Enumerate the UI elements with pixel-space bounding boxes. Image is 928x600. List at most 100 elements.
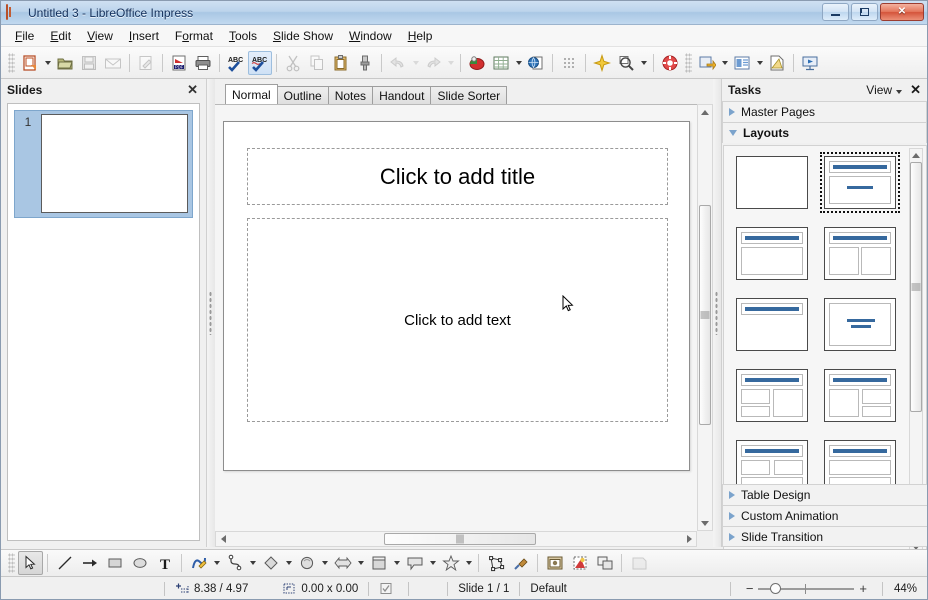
insert-table-dropdown-icon[interactable] [513,51,524,75]
title-placeholder[interactable]: Click to add title [247,148,668,205]
block-arrows-dropdown-icon[interactable] [355,551,366,575]
menu-edit[interactable]: Edit [42,27,79,45]
zoom-dropdown-icon[interactable] [638,51,649,75]
layout-blank-slide[interactable] [732,152,812,213]
open-document-icon[interactable] [53,51,77,75]
zoom-icon[interactable] [614,51,638,75]
layout-title-content[interactable] [820,152,900,213]
rectangle-tool-icon[interactable] [102,551,127,575]
menu-window[interactable]: Window [341,27,400,45]
display-grid-icon[interactable] [557,51,581,75]
zoom-out-button[interactable]: − [741,581,759,596]
curve-dropdown-icon[interactable] [211,551,222,575]
task-section-layouts[interactable]: Layouts [722,122,927,143]
layouts-scroll-thumb[interactable] [910,162,922,412]
layout-content-and-two-content[interactable] [820,365,900,426]
task-section-master-pages[interactable]: Master Pages [722,101,927,122]
new-slide-icon[interactable] [695,51,719,75]
ellipse-tool-icon[interactable] [127,551,152,575]
tab-slide-sorter[interactable]: Slide Sorter [430,86,508,105]
align-objects-icon[interactable] [592,551,617,575]
restore-button[interactable] [851,3,878,21]
connector-dropdown-icon[interactable] [247,551,258,575]
minimize-button[interactable] [822,3,849,21]
new-slide-dropdown-icon[interactable] [719,51,730,75]
new-document-dropdown-icon[interactable] [42,51,53,75]
spelling-icon[interactable]: ABC [224,51,248,75]
tab-outline[interactable]: Outline [276,86,329,105]
zoom-in-button[interactable]: + [854,581,872,596]
edit-points-icon[interactable] [483,551,508,575]
editor-horizontal-scrollbar[interactable] [215,531,697,547]
layout-title-content-block[interactable] [732,223,812,284]
insert-table-icon[interactable] [489,51,513,75]
left-splitter[interactable] [207,79,215,547]
slide-layout-icon[interactable] [730,51,754,75]
line-tool-icon[interactable] [52,551,77,575]
toolbar-grip-2[interactable] [685,52,692,73]
paste-icon[interactable] [329,51,353,75]
help-icon[interactable] [658,51,682,75]
symbol-shapes-dropdown-icon[interactable] [319,551,330,575]
text-box-tool-icon[interactable]: T [152,551,177,575]
slide-canvas[interactable]: Click to add title Click to add text [215,104,697,531]
export-pdf-icon[interactable]: PDF [167,51,191,75]
clone-formatting-icon[interactable] [353,51,377,75]
menu-insert[interactable]: Insert [121,27,167,45]
flowchart-shapes-icon[interactable] [366,551,391,575]
scroll-down-arrow-icon[interactable] [698,516,712,530]
task-section-table-design[interactable]: Table Design [722,484,927,505]
basic-shapes-icon[interactable] [258,551,283,575]
close-button[interactable]: ✕ [880,3,924,21]
autospellcheck-icon[interactable]: ABC [248,50,272,75]
insert-image-icon[interactable] [542,551,567,575]
task-section-custom-animation[interactable]: Custom Animation [722,505,927,526]
flowchart-dropdown-icon[interactable] [391,551,402,575]
start-slideshow-icon[interactable] [590,51,614,75]
tab-handout[interactable]: Handout [372,86,432,105]
zoom-slider-handle[interactable] [770,582,782,594]
symbol-shapes-icon[interactable] [294,551,319,575]
task-section-slide-transition[interactable]: Slide Transition [722,526,927,547]
scroll-right-arrow-icon[interactable] [682,532,696,546]
callout-dropdown-icon[interactable] [427,551,438,575]
menu-help[interactable]: Help [400,27,441,45]
layout-two-content-and-content[interactable] [732,365,812,426]
menu-tools[interactable]: Tools [221,27,265,45]
tasks-view-button[interactable]: View [866,83,892,97]
slide-page[interactable]: Click to add title Click to add text [223,121,690,471]
slides-panel-close-icon[interactable]: ✕ [185,82,200,98]
redo-dropdown-icon[interactable] [445,51,456,75]
new-document-icon[interactable] [18,51,42,75]
document-modified-icon[interactable] [379,582,393,595]
toolbar-grip[interactable] [8,52,15,73]
layout-title-only[interactable] [732,294,812,355]
scroll-left-arrow-icon[interactable] [216,532,230,546]
insert-hyperlink-icon[interactable] [524,51,548,75]
block-arrows-icon[interactable] [330,551,355,575]
star-shapes-icon[interactable] [438,551,463,575]
tab-normal[interactable]: Normal [225,84,278,105]
start-from-first-slide-icon[interactable] [798,51,822,75]
undo-dropdown-icon[interactable] [410,51,421,75]
menu-format[interactable]: Format [167,27,221,45]
arrow-line-tool-icon[interactable] [77,551,102,575]
slide-thumbnail[interactable] [41,114,188,213]
tab-notes[interactable]: Notes [327,86,374,105]
editor-vertical-scrollbar[interactable] [697,104,713,531]
drawbar-grip[interactable] [8,553,15,573]
basic-shapes-dropdown-icon[interactable] [283,551,294,575]
print-icon[interactable] [191,51,215,75]
slide-layout-dropdown-icon[interactable] [754,51,765,75]
right-splitter[interactable] [713,79,721,547]
layouts-scroll-up-arrow-icon[interactable] [910,149,922,161]
layout-title-two-content[interactable] [820,223,900,284]
vertical-scroll-thumb[interactable] [699,205,711,425]
layout-centered-text[interactable] [820,294,900,355]
menu-file[interactable]: File [7,27,42,45]
star-dropdown-icon[interactable] [463,551,474,575]
tasks-view-dropdown-icon[interactable] [896,83,903,97]
select-tool-icon[interactable] [18,551,43,575]
tasks-panel-close-icon[interactable]: ✕ [910,82,921,98]
zoom-slider[interactable] [758,582,855,596]
